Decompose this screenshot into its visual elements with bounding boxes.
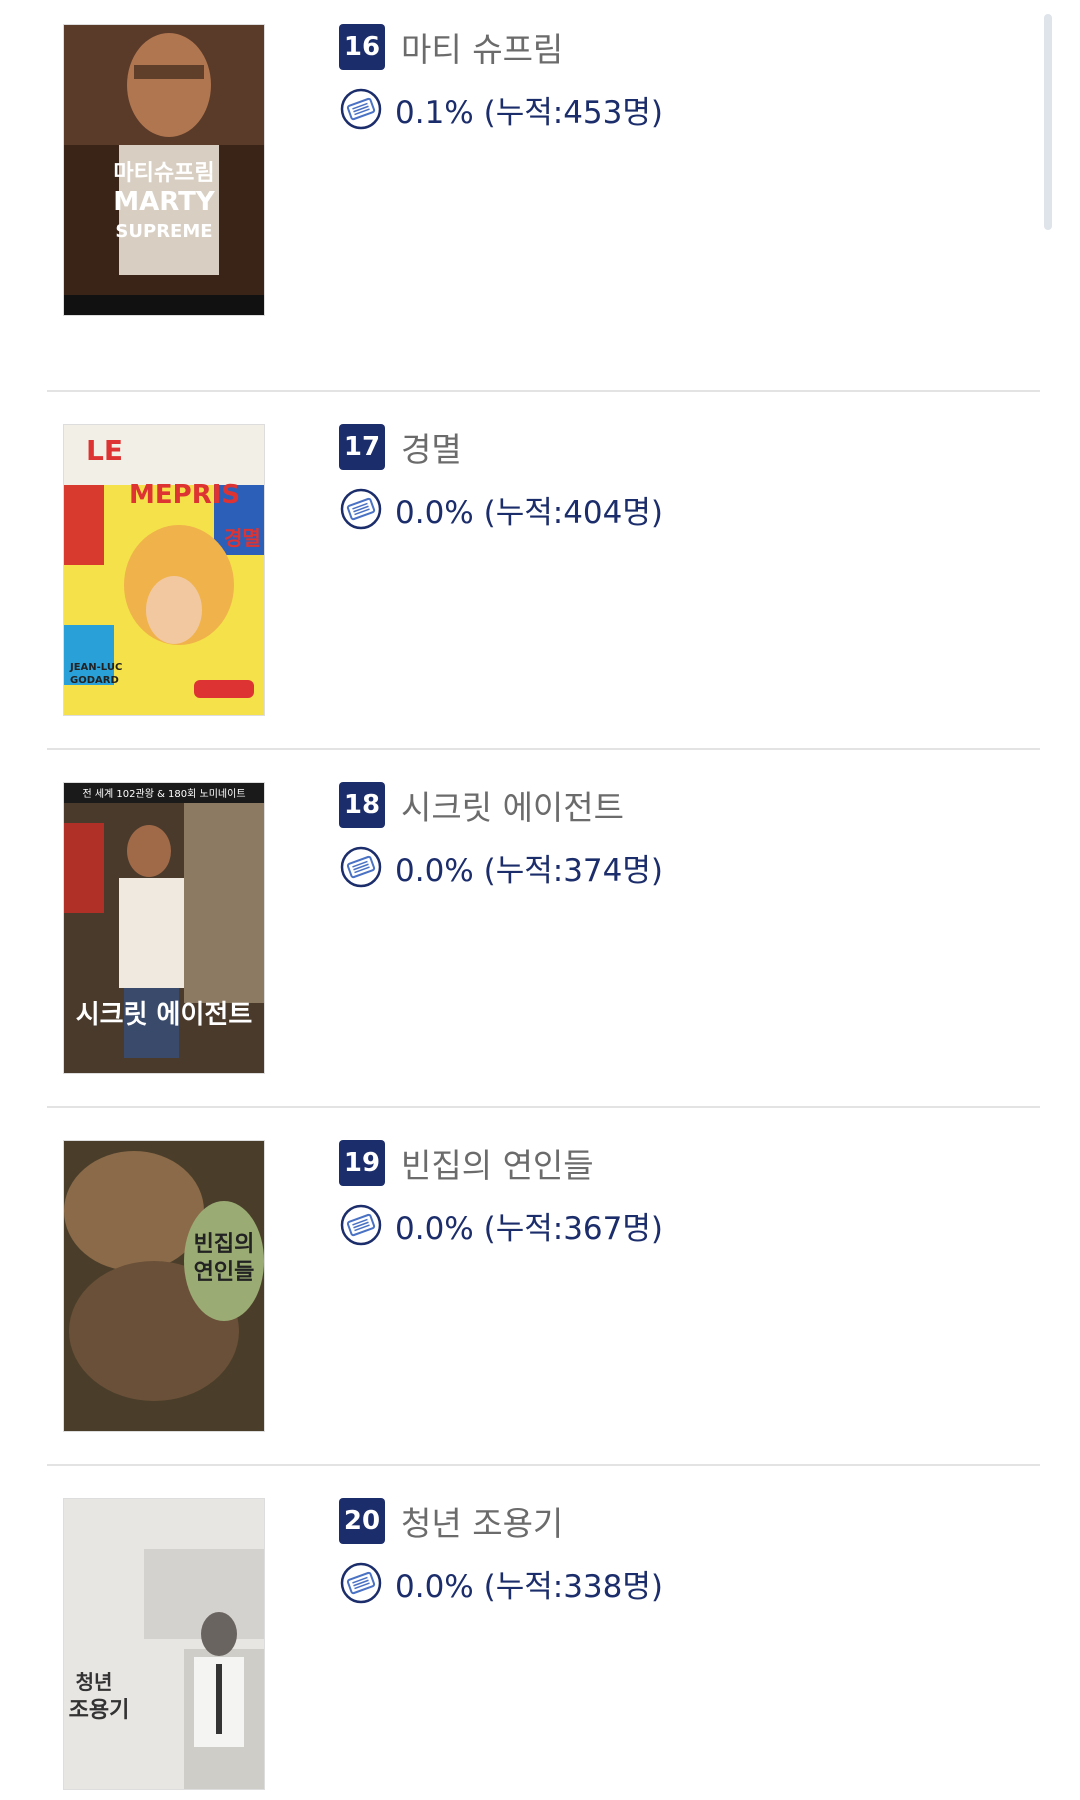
divider (47, 390, 1040, 392)
poster-title-ko: 마티슈프림 (113, 161, 214, 186)
movie-title[interactable]: 경멸 (401, 423, 462, 471)
rank-badge: 16 (339, 24, 385, 70)
poster-text: 시크릿 에이전트 (76, 1000, 253, 1030)
divider (47, 748, 1040, 750)
movie-poster[interactable]: 빈집의 연인들 (63, 1140, 265, 1432)
ticket-icon (340, 1204, 382, 1246)
poster-text: MEPRIS (129, 480, 240, 510)
poster-title-en-1: MARTY (113, 187, 216, 217)
poster-text: JEAN-LUC (69, 662, 122, 673)
poster-title-en-2: SUPREME (115, 221, 212, 242)
poster-text: 연인들 (194, 1260, 255, 1285)
audience-share: 0.0% (누적:404명) (395, 494, 663, 531)
movie-title[interactable]: 마티 슈프림 (401, 23, 563, 71)
movie-title[interactable]: 빈집의 연인들 (401, 1139, 594, 1187)
audience-share: 0.0% (누적:338명) (395, 1568, 663, 1605)
movie-poster[interactable]: 전 세계 102관왕 & 180회 노미네이트 시크릿 에이전트 (63, 782, 265, 1074)
movie-title[interactable]: 시크릿 에이전트 (401, 781, 624, 829)
movie-poster[interactable]: LE MEPRIS 경멸 JEAN-LUC GODARD (63, 424, 265, 716)
rank-badge: 20 (339, 1498, 385, 1544)
poster-text: 청년 (76, 1670, 113, 1694)
poster-text: 조용기 (69, 1698, 130, 1723)
movie-poster[interactable]: 청년 조용기 (63, 1498, 265, 1790)
ticket-icon (340, 846, 382, 888)
movie-title[interactable]: 청년 조용기 (401, 1497, 563, 1545)
poster-text: LE (86, 434, 123, 467)
divider (47, 1464, 1040, 1466)
poster-text: 빈집의 (194, 1232, 255, 1257)
audience-share: 0.1% (누적:453명) (395, 94, 663, 131)
audience-share: 0.0% (누적:374명) (395, 852, 663, 889)
rank-badge: 18 (339, 782, 385, 828)
ticket-icon (340, 488, 382, 530)
poster-text: GODARD (70, 675, 119, 686)
audience-share: 0.0% (누적:367명) (395, 1210, 663, 1247)
scrollbar[interactable] (1044, 14, 1052, 230)
poster-text: 경멸 (224, 526, 261, 550)
rank-badge: 17 (339, 424, 385, 470)
movie-poster[interactable]: 마티슈프림 MARTY SUPREME (63, 24, 265, 316)
ticket-icon (340, 88, 382, 130)
ticket-icon (340, 1562, 382, 1604)
divider (47, 1106, 1040, 1108)
rank-badge: 19 (339, 1140, 385, 1186)
poster-text: 전 세계 102관왕 & 180회 노미네이트 (82, 788, 245, 800)
